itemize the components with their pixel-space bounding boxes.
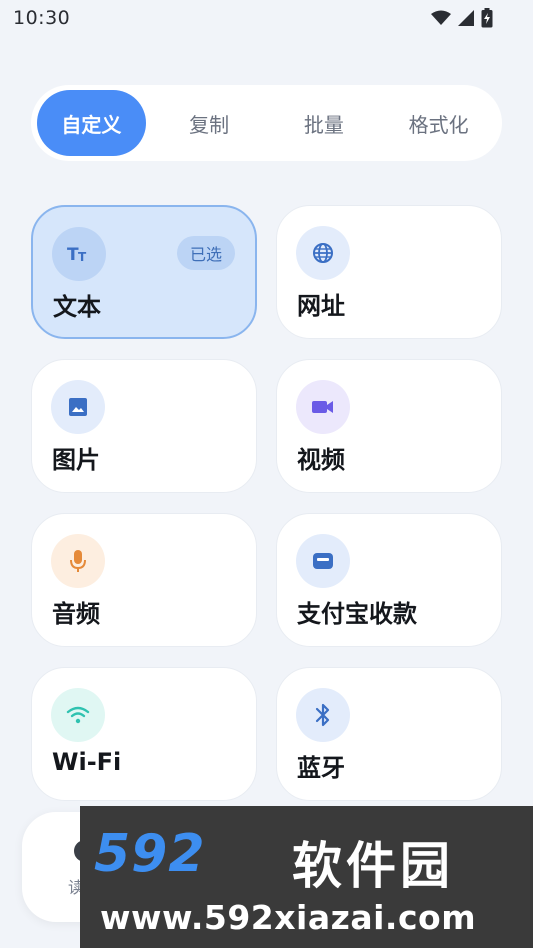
wallet-icon	[296, 534, 350, 588]
bluetooth-icon	[296, 688, 350, 742]
watermark-banner: 592 软件园 www.592xiazai.com	[80, 806, 533, 948]
card-label: 支付宝收款	[297, 600, 417, 628]
globe-icon	[296, 226, 350, 280]
selected-badge: 已选	[177, 236, 235, 270]
microphone-icon	[51, 534, 105, 588]
card-label: 图片	[52, 446, 100, 474]
wifi-icon	[51, 688, 105, 742]
signal-icon	[458, 10, 474, 26]
status-time: 10:30	[13, 7, 71, 29]
card-label: 音频	[52, 600, 100, 628]
video-camera-icon	[296, 380, 350, 434]
card-url[interactable]: 网址	[276, 205, 502, 339]
card-label: 网址	[297, 292, 345, 320]
card-text[interactable]: T T 已选 文本	[31, 205, 257, 339]
card-video[interactable]: 视频	[276, 359, 502, 493]
card-label: 文本	[53, 293, 101, 321]
card-label: 蓝牙	[297, 754, 345, 782]
card-audio[interactable]: 音频	[31, 513, 257, 647]
svg-text:T: T	[78, 250, 87, 264]
card-label: 视频	[297, 446, 345, 474]
tab-format[interactable]: 格式化	[381, 90, 496, 156]
watermark-name: 软件园	[292, 837, 454, 895]
image-icon	[51, 380, 105, 434]
type-tabs: 自定义 复制 批量 格式化	[31, 85, 502, 161]
text-format-icon: T T	[52, 227, 106, 281]
battery-icon	[481, 8, 493, 28]
watermark-url: www.592xiazai.com	[100, 898, 477, 937]
tab-custom[interactable]: 自定义	[37, 90, 146, 156]
status-bar: 10:30	[0, 0, 533, 36]
watermark-logo: 592	[94, 824, 206, 884]
tab-batch[interactable]: 批量	[267, 90, 382, 156]
wifi-icon	[431, 10, 451, 25]
card-alipay[interactable]: 支付宝收款	[276, 513, 502, 647]
card-wifi[interactable]: Wi-Fi	[31, 667, 257, 801]
tab-copy[interactable]: 复制	[152, 90, 267, 156]
card-image[interactable]: 图片	[31, 359, 257, 493]
status-icons	[431, 8, 493, 28]
card-label: Wi-Fi	[52, 748, 122, 776]
card-bluetooth[interactable]: 蓝牙	[276, 667, 502, 801]
